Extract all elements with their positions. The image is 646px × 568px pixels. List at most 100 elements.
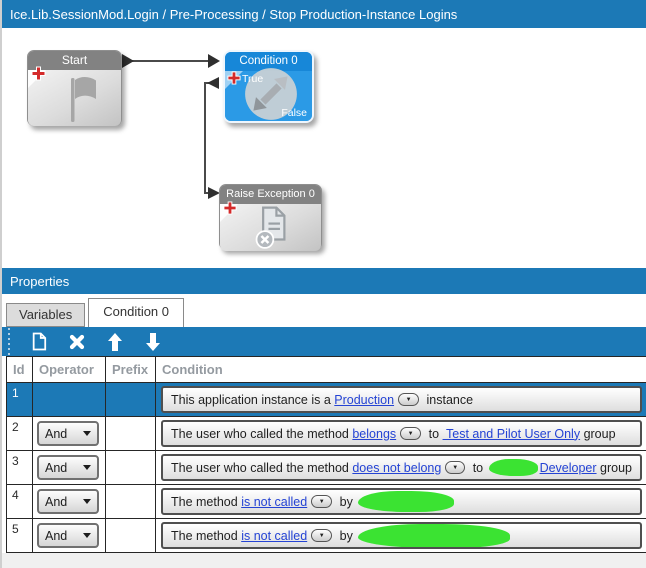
table-header: Id Operator Prefix Condition xyxy=(7,357,646,383)
table-row[interactable]: 4 And The method is not called ▼ by xyxy=(7,485,646,519)
row-id-cell[interactable]: 5 xyxy=(7,519,33,553)
operator-cell xyxy=(33,383,106,417)
operator-dropdown[interactable]: And xyxy=(37,421,99,446)
condition-text: group xyxy=(580,426,616,441)
condition-link[interactable]: belongs xyxy=(352,427,396,441)
row-id-cell[interactable]: 1 xyxy=(7,383,33,417)
redaction-blob xyxy=(358,491,455,512)
operator-value: And xyxy=(45,426,68,441)
condition-link[interactable]: Production xyxy=(334,393,394,407)
breadcrumb-title-bar: Ice.Lib.SessionMod.Login / Pre-Processin… xyxy=(2,0,646,28)
properties-tabs: Variables Condition 0 xyxy=(2,294,646,327)
bottom-spacer xyxy=(2,553,646,568)
chevron-down-icon xyxy=(83,465,91,470)
workflow-canvas: Start Condition 0 True False Raise Excep… xyxy=(2,28,646,268)
column-header-id[interactable]: Id xyxy=(7,357,33,383)
bpm-workflow-designer: Ice.Lib.SessionMod.Login / Pre-Processin… xyxy=(0,0,646,568)
toolbar-grip[interactable] xyxy=(8,328,10,355)
prefix-cell xyxy=(106,519,156,553)
row-id-cell[interactable]: 3 xyxy=(7,451,33,485)
new-row-icon[interactable] xyxy=(20,329,58,355)
tab-variables[interactable]: Variables xyxy=(6,303,86,327)
condition-cell: The method is not called ▼ by xyxy=(156,519,646,553)
operator-dropdown[interactable]: And xyxy=(37,489,99,514)
condition-cell: The user who called the method does not … xyxy=(156,451,646,485)
condition-dropdown-button[interactable]: ▼ xyxy=(311,529,333,542)
condition-table: Id Operator Prefix Condition 1 This applicat… xyxy=(6,356,646,553)
table-row[interactable]: 3 And The user who called the method does … xyxy=(7,451,646,485)
prefix-cell xyxy=(106,383,156,417)
properties-panel-header: Properties xyxy=(2,268,646,294)
condition-link[interactable]: is not called xyxy=(241,529,307,543)
chevron-down-icon xyxy=(83,431,91,436)
condition-text: The method xyxy=(171,528,242,543)
delete-row-icon[interactable] xyxy=(58,329,96,355)
condition-dropdown-button[interactable]: ▼ xyxy=(398,393,420,406)
condition-text: This application instance is a xyxy=(171,392,335,407)
condition-dropdown-button[interactable]: ▼ xyxy=(400,427,422,440)
raise-exception-node[interactable]: Raise Exception 0 xyxy=(219,184,322,251)
row-id-cell[interactable]: 4 xyxy=(7,485,33,519)
condition-dropdown-button[interactable]: ▼ xyxy=(445,461,466,474)
table-row[interactable]: 2 And The user who called the method belon… xyxy=(7,417,646,451)
exception-document-icon xyxy=(250,205,294,256)
condition-expression[interactable]: The method is not called ▼ by xyxy=(161,488,642,515)
operator-dropdown[interactable]: And xyxy=(37,455,99,480)
operator-cell: And xyxy=(33,451,106,485)
redaction-blob xyxy=(358,524,511,547)
table-row[interactable]: 5 And The method is not called ▼ by xyxy=(7,519,646,553)
condition-false-label: False xyxy=(281,107,307,119)
condition-expression[interactable]: The user who called the method belongs ▼ … xyxy=(161,420,642,447)
condition-expression[interactable]: The method is not called ▼ by xyxy=(161,522,642,549)
properties-title: Properties xyxy=(10,273,70,289)
condition-true-label: True xyxy=(242,73,264,85)
operator-cell: And xyxy=(33,417,106,451)
add-point-icon[interactable] xyxy=(227,71,241,90)
toolbar-icons xyxy=(20,329,172,355)
condition-text: group xyxy=(596,460,632,475)
table-row[interactable]: 1 This application instance is a Producti… xyxy=(7,383,646,417)
chevron-down-icon xyxy=(83,499,91,504)
condition-node[interactable]: Condition 0 True False xyxy=(223,50,314,123)
add-point-icon[interactable] xyxy=(31,66,46,86)
add-point-icon[interactable] xyxy=(223,201,237,220)
row-id-cell[interactable]: 2 xyxy=(7,417,33,451)
condition-expression[interactable]: This application instance is a Productio… xyxy=(161,386,642,413)
prefix-cell xyxy=(106,485,156,519)
condition-table-body: 1 This application instance is a Producti… xyxy=(7,383,646,553)
move-down-icon[interactable] xyxy=(134,329,172,355)
prefix-cell xyxy=(106,417,156,451)
start-flag-icon xyxy=(54,76,98,131)
operator-cell: And xyxy=(33,485,106,519)
condition-toolbar xyxy=(2,327,646,356)
condition-text: The user who called the method xyxy=(171,426,353,441)
tab-condition-0[interactable]: Condition 0 xyxy=(88,298,185,327)
chevron-down-icon xyxy=(83,533,91,538)
condition-text: instance xyxy=(423,392,474,407)
start-output-anchor xyxy=(122,54,134,68)
operator-value: And xyxy=(45,528,68,543)
condition-text: by xyxy=(336,528,357,543)
condition-link[interactable]: Test and Pilot User Only xyxy=(443,427,580,441)
condition-dropdown-button[interactable]: ▼ xyxy=(311,495,333,508)
condition-text: by xyxy=(336,494,357,509)
prefix-cell xyxy=(106,451,156,485)
condition-link[interactable]: does not belong xyxy=(352,461,441,475)
condition-text: to xyxy=(425,426,443,441)
operator-cell: And xyxy=(33,519,106,553)
operator-value: And xyxy=(45,494,68,509)
column-header-operator[interactable]: Operator xyxy=(33,357,106,383)
column-header-prefix[interactable]: Prefix xyxy=(106,357,156,383)
condition-text: to xyxy=(469,460,487,475)
condition-link[interactable]: is not called xyxy=(241,495,307,509)
column-header-condition[interactable]: Condition xyxy=(156,357,646,383)
move-up-icon[interactable] xyxy=(96,329,134,355)
condition-expression[interactable]: The user who called the method does not … xyxy=(161,454,642,481)
condition-link[interactable]: Developer xyxy=(540,461,597,475)
condition-true-anchor xyxy=(207,77,219,89)
condition-cell: The user who called the method belongs ▼ … xyxy=(156,417,646,451)
operator-dropdown[interactable]: And xyxy=(37,523,99,548)
condition-cell: This application instance is a Productio… xyxy=(156,383,646,417)
start-node[interactable]: Start xyxy=(27,50,122,126)
condition-cell: The method is not called ▼ by xyxy=(156,485,646,519)
